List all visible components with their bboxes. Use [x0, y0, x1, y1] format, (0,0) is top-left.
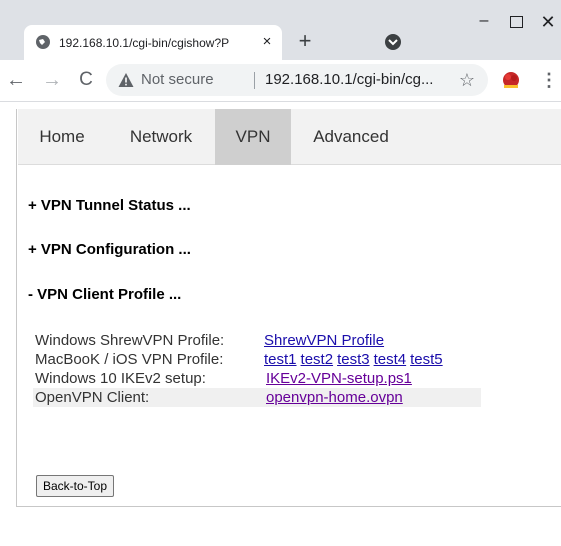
- address-divider: [254, 72, 255, 89]
- nav-network[interactable]: Network: [116, 109, 206, 165]
- nav-advanced[interactable]: Advanced: [291, 109, 411, 165]
- vpn-client-profile-toggle[interactable]: - VPN Client Profile ...: [28, 286, 181, 303]
- address-bar[interactable]: Not secure 192.168.10.1/cgi-bin/cg... ☆: [106, 64, 488, 96]
- globe-icon: [36, 35, 50, 49]
- test3-link[interactable]: test3: [337, 351, 370, 368]
- profile-row-macos-ios: MacBooK / iOS VPN Profile: test1 test2 tes…: [33, 350, 481, 369]
- tab-close-icon[interactable]: ×: [258, 33, 276, 51]
- window-minimize-button[interactable]: –: [474, 12, 494, 32]
- browser-tab[interactable]: 192.168.10.1/cgi-bin/cgishow?P ×: [24, 25, 282, 60]
- profile-label: Windows ShrewVPN Profile:: [35, 332, 225, 349]
- new-tab-button[interactable]: +: [292, 28, 318, 54]
- page-frame: Home Network VPN Advanced + VPN Tunnel S…: [16, 109, 561, 507]
- window-maximize-button[interactable]: [510, 16, 523, 28]
- back-to-top-button[interactable]: Back-to-Top: [36, 475, 115, 497]
- test5-link[interactable]: test5: [410, 351, 443, 368]
- browser-toolbar: ← → C Not secure 192.168.10.1/cgi-bin/cg…: [0, 60, 561, 102]
- tab-title: 192.168.10.1/cgi-bin/cgishow?P: [59, 36, 230, 50]
- url-text[interactable]: 192.168.10.1/cgi-bin/cg...: [265, 64, 455, 96]
- top-navigation: Home Network VPN Advanced: [18, 109, 561, 165]
- profile-links: openvpn-home.ovpn: [266, 388, 407, 407]
- nav-home[interactable]: Home: [24, 109, 100, 165]
- forward-arrow-icon[interactable]: →: [40, 68, 64, 92]
- star-icon[interactable]: ☆: [456, 69, 478, 91]
- profile-links: ShrewVPN Profile: [264, 331, 388, 350]
- profile-links: test1 test2 test3 test4 test5: [264, 350, 447, 369]
- profile-row-shrewvpn: Windows ShrewVPN Profile: ShrewVPN Profi…: [33, 331, 481, 350]
- profile-row-ikev2: Windows 10 IKEv2 setup: IKEv2-VPN-setup.…: [33, 369, 481, 388]
- page-viewport: Home Network VPN Advanced + VPN Tunnel S…: [0, 102, 561, 546]
- security-label[interactable]: Not secure: [141, 64, 214, 96]
- profile-label: OpenVPN Client:: [35, 389, 150, 406]
- kebab-menu-icon[interactable]: ⋮: [540, 69, 558, 91]
- test2-link[interactable]: test2: [301, 351, 334, 368]
- client-profile-table: Windows ShrewVPN Profile: ShrewVPN Profi…: [33, 331, 481, 407]
- openvpn-client-link[interactable]: openvpn-home.ovpn: [266, 389, 403, 406]
- vpn-configuration-toggle[interactable]: + VPN Configuration ...: [28, 241, 191, 258]
- tab-search-icon[interactable]: [382, 31, 404, 53]
- profile-label: Windows 10 IKEv2 setup:: [35, 370, 206, 387]
- ikev2-setup-link[interactable]: IKEv2-VPN-setup.ps1: [266, 370, 412, 387]
- test1-link[interactable]: test1: [264, 351, 297, 368]
- test4-link[interactable]: test4: [374, 351, 407, 368]
- reload-icon[interactable]: C: [74, 68, 98, 92]
- browser-tab-strip: 192.168.10.1/cgi-bin/cgishow?P × + – ✕: [0, 0, 561, 60]
- profile-label: MacBooK / iOS VPN Profile:: [35, 351, 224, 368]
- back-arrow-icon[interactable]: ←: [4, 68, 28, 92]
- nav-vpn-active[interactable]: VPN: [215, 109, 291, 165]
- vpn-tunnel-status-toggle[interactable]: + VPN Tunnel Status ...: [28, 197, 191, 214]
- warning-triangle-icon[interactable]: [118, 72, 134, 88]
- profile-row-openvpn: OpenVPN Client: openvpn-home.ovpn: [33, 388, 481, 407]
- shrewvpn-profile-link[interactable]: ShrewVPN Profile: [264, 332, 384, 349]
- window-close-button[interactable]: ✕: [537, 12, 559, 32]
- profile-links: IKEv2-VPN-setup.ps1: [266, 369, 416, 388]
- extension-icon[interactable]: [500, 68, 522, 90]
